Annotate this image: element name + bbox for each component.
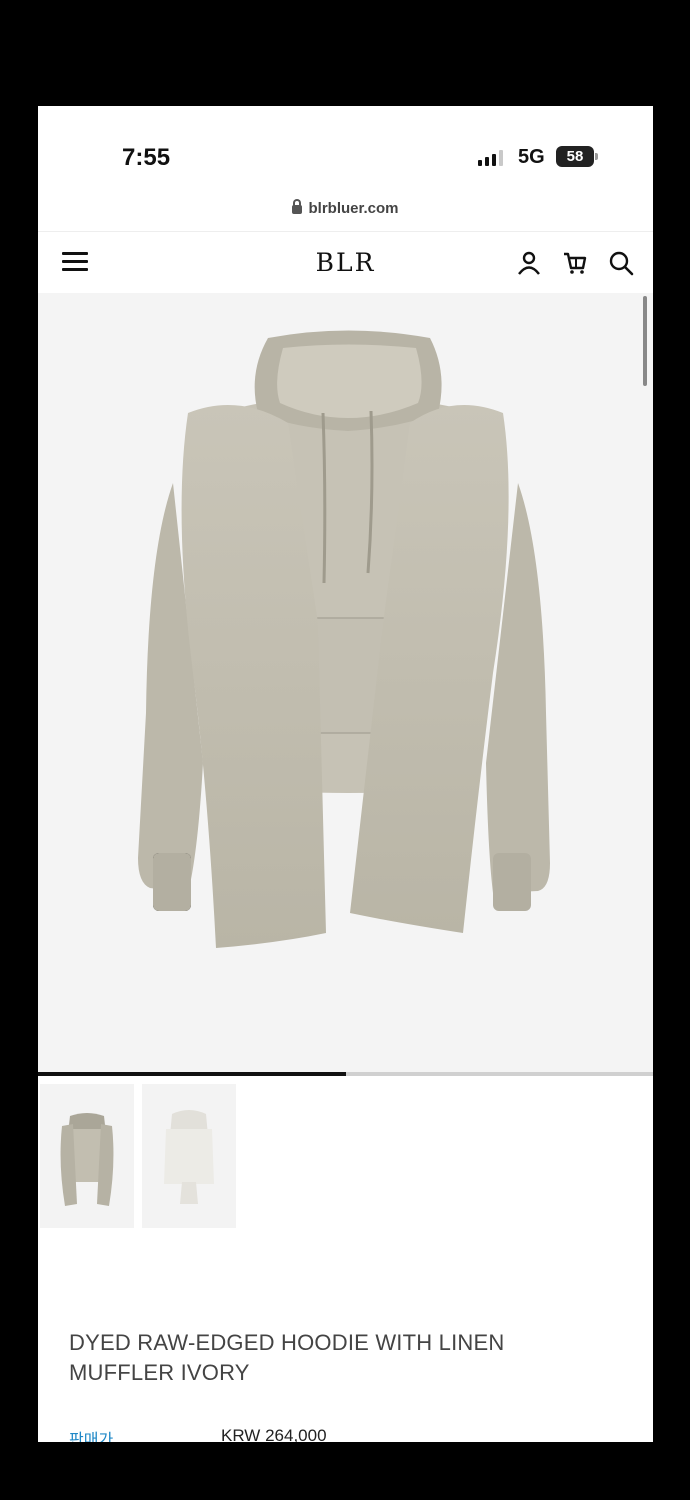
battery-icon: 58 (556, 146, 598, 167)
price-value: KRW 264,000 (221, 1426, 327, 1442)
brand-logo[interactable]: BLR (38, 248, 653, 277)
cart-icon[interactable] (562, 250, 588, 276)
hoodie-back-thumb[interactable] (142, 1084, 236, 1228)
price-label: 판매가 (69, 1432, 114, 1442)
phone-screen: 7:55 5G 58 blrbluer.com BLR DYED RAW-EDG… (38, 106, 653, 1442)
product-image[interactable] (38, 293, 653, 1073)
thumbnail-list (40, 1084, 236, 1228)
site-header: BLR (38, 232, 653, 294)
scrollbar[interactable] (643, 296, 647, 386)
clock: 7:55 (122, 144, 171, 171)
gallery-progress (38, 1072, 653, 1076)
search-icon[interactable] (608, 250, 634, 276)
status-bar: 7:55 5G 58 (38, 106, 653, 198)
gallery-progress-fill (38, 1072, 346, 1076)
hoodie-front-thumb[interactable] (40, 1084, 134, 1228)
account-icon[interactable] (516, 250, 542, 276)
hoodie-illustration (138, 330, 550, 948)
lock-icon (292, 199, 303, 214)
product-title: DYED RAW-EDGED HOODIE WITH LINEN MUFFLER… (69, 1330, 505, 1385)
address-bar[interactable]: blrbluer.com (38, 199, 653, 217)
signal-icon (478, 150, 503, 166)
url-text: blrbluer.com (308, 200, 399, 217)
network-type: 5G (518, 146, 545, 168)
